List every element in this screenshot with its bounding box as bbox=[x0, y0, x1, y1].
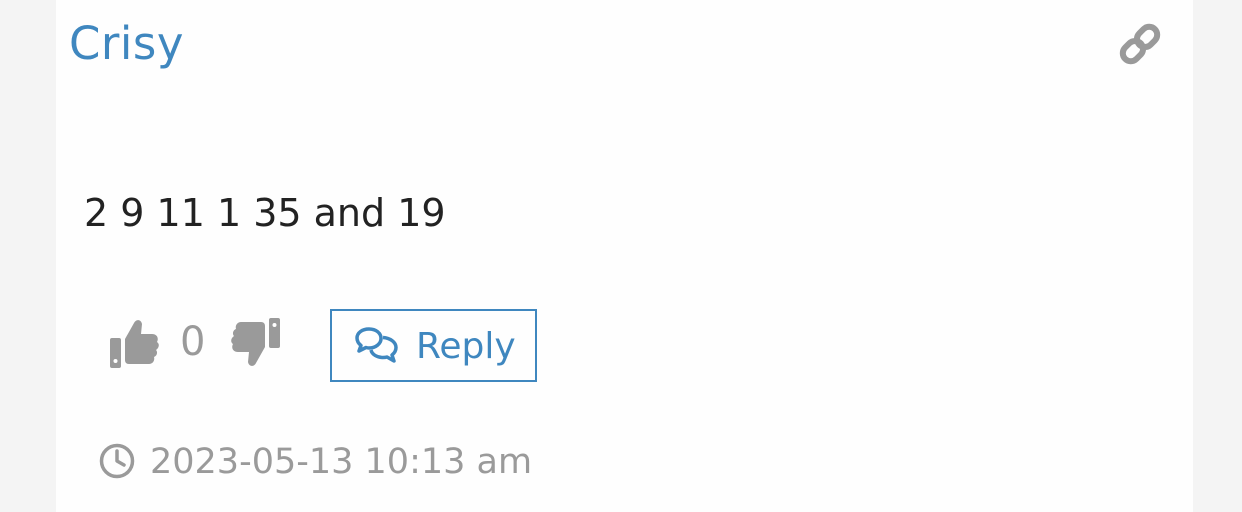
comments-icon-graphic bbox=[355, 327, 398, 363]
link-icon[interactable] bbox=[1116, 20, 1164, 68]
vote-controls: 0 bbox=[106, 312, 338, 372]
reply-label: Reply bbox=[416, 326, 516, 367]
comment-author-link[interactable]: Crisy bbox=[69, 14, 184, 74]
clock-icon bbox=[98, 442, 136, 480]
thumbs-down-icon[interactable] bbox=[226, 314, 284, 372]
timestamp-text: 2023-05-13 10:13 am bbox=[150, 442, 533, 482]
comment-timestamp: 2023-05-13 10:13 am bbox=[98, 432, 618, 492]
link-icon-graphic bbox=[1119, 23, 1161, 65]
clock-icon-graphic bbox=[99, 443, 135, 479]
vote-count: 0 bbox=[180, 319, 206, 365]
thumbs-up-icon[interactable] bbox=[106, 314, 164, 372]
comment-card: Crisy 2 9 11 1 35 and 19 0 Reply 2023-05… bbox=[56, 0, 1193, 512]
reply-button[interactable]: Reply bbox=[330, 309, 537, 382]
thumbs-down-icon-graphic bbox=[231, 318, 280, 366]
comment-body: 2 9 11 1 35 and 19 bbox=[84, 191, 446, 235]
thumbs-up-icon-graphic bbox=[110, 320, 159, 368]
comments-icon bbox=[354, 326, 402, 366]
